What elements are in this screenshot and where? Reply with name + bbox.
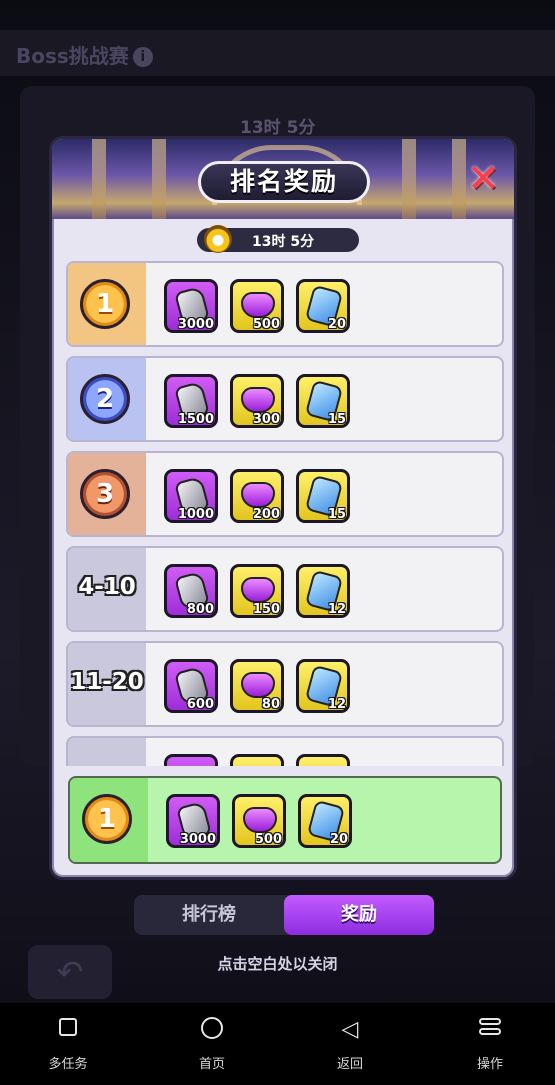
triangle-back-icon: ◁ bbox=[341, 1017, 359, 1042]
stone-reward-icon[interactable]: 600 bbox=[164, 659, 218, 713]
stone-reward-icon[interactable]: 3000 bbox=[166, 794, 220, 848]
stone-reward-icon[interactable]: 800 bbox=[164, 564, 218, 618]
tab-bar: 排行榜 奖励 bbox=[134, 895, 434, 935]
reward-row-rank-2: 2 1500 300 15 bbox=[66, 356, 504, 442]
blue-crystal-reward-icon[interactable]: 15 bbox=[296, 469, 350, 523]
reward-row-rank-1: 1 3000 500 20 bbox=[66, 261, 504, 347]
gold-medal-icon: 1 bbox=[82, 794, 132, 844]
rank-rewards-modal: 排名奖励 ✕ 13时 5分 1 3000 500 20 2 1500 300 1… bbox=[49, 136, 517, 880]
nav-back[interactable]: ◁ 返回 bbox=[310, 1017, 390, 1072]
system-nav-bar: 多任务 首页 ◁ 返回 操作 bbox=[0, 1003, 555, 1085]
tab-rewards[interactable]: 奖励 bbox=[284, 895, 434, 935]
purple-gem-reward-icon[interactable]: 300 bbox=[230, 374, 284, 428]
blue-crystal-reward-icon[interactable]: 12 bbox=[296, 564, 350, 618]
reward-row-rank-3: 3 1000 200 15 bbox=[66, 451, 504, 537]
stone-reward-icon[interactable] bbox=[164, 754, 218, 766]
stone-reward-icon[interactable]: 1500 bbox=[164, 374, 218, 428]
circle-icon bbox=[201, 1017, 223, 1039]
gold-medal-icon: 1 bbox=[80, 279, 130, 329]
nav-operate[interactable]: 操作 bbox=[450, 1017, 530, 1072]
nav-home[interactable]: 首页 bbox=[172, 1017, 252, 1072]
background-title: Boss挑战赛 i bbox=[16, 40, 153, 69]
blue-crystal-reward-icon[interactable]: 20 bbox=[298, 794, 352, 848]
reward-row-rank-4-10: 4-10 800 150 12 bbox=[66, 546, 504, 632]
timer-text: 13时 5分 bbox=[252, 234, 315, 250]
purple-gem-reward-icon[interactable]: 200 bbox=[230, 469, 284, 523]
rewards-list[interactable]: 1 3000 500 20 2 1500 300 15 3 1000 200 1… bbox=[66, 261, 504, 766]
toggle-icon bbox=[479, 1018, 501, 1036]
square-icon bbox=[59, 1018, 77, 1036]
modal-title: 排名奖励 bbox=[198, 161, 370, 203]
blue-medal-icon: 2 bbox=[80, 374, 130, 424]
reward-row-partial bbox=[66, 736, 504, 766]
background-timer: 13时 5分 bbox=[240, 118, 316, 138]
tab-leaderboard[interactable]: 排行榜 bbox=[134, 895, 284, 935]
close-icon[interactable]: ✕ bbox=[464, 159, 502, 197]
blue-crystal-reward-icon[interactable]: 15 bbox=[296, 374, 350, 428]
close-hint: 点击空白处以关闭 bbox=[217, 955, 338, 973]
bronze-medal-icon: 3 bbox=[80, 469, 130, 519]
purple-gem-reward-icon[interactable] bbox=[230, 754, 284, 766]
rank-range-label: 4-10 bbox=[78, 574, 136, 600]
purple-gem-reward-icon[interactable]: 80 bbox=[230, 659, 284, 713]
stone-reward-icon[interactable]: 3000 bbox=[164, 279, 218, 333]
my-rank-row: 1 3000 500 20 bbox=[68, 776, 502, 864]
purple-gem-reward-icon[interactable]: 500 bbox=[230, 279, 284, 333]
blue-crystal-reward-icon[interactable]: 20 bbox=[296, 279, 350, 333]
blue-crystal-reward-icon[interactable]: 12 bbox=[296, 659, 350, 713]
purple-gem-reward-icon[interactable]: 150 bbox=[230, 564, 284, 618]
stone-reward-icon[interactable]: 1000 bbox=[164, 469, 218, 523]
nav-multitask[interactable]: 多任务 bbox=[28, 1017, 108, 1072]
info-icon: i bbox=[132, 47, 153, 67]
rank-range-label: 11-20 bbox=[70, 669, 144, 695]
reward-row-rank-11-20: 11-20 600 80 12 bbox=[66, 641, 504, 727]
stopwatch-icon bbox=[204, 225, 232, 253]
purple-gem-reward-icon[interactable]: 500 bbox=[232, 794, 286, 848]
blue-crystal-reward-icon[interactable] bbox=[296, 754, 350, 766]
